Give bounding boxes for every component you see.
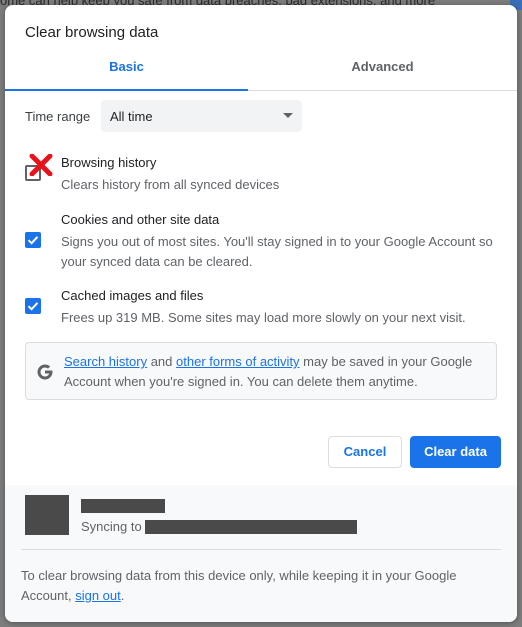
option-description: Clears history from all synced devices	[61, 177, 280, 192]
red-x-icon	[29, 154, 53, 176]
account-name-redacted	[81, 499, 165, 513]
cookies-checkbox[interactable]	[25, 232, 41, 248]
option-description: Signs you out of most sites. You'll stay…	[61, 234, 493, 269]
tab-basic[interactable]: Basic	[5, 55, 248, 91]
account-footer: Syncing to To clear browsing data from t…	[5, 485, 517, 622]
info-text: Search history and other forms of activi…	[64, 352, 484, 392]
time-range-value: All time	[110, 109, 153, 124]
time-range-label: Time range	[25, 109, 91, 124]
cached-images-checkbox[interactable]	[25, 298, 41, 314]
dialog-title: Clear browsing data	[25, 24, 159, 41]
checkmark-icon	[27, 302, 39, 311]
tab-bar: Basic Advanced	[5, 55, 517, 91]
google-g-icon	[37, 364, 53, 380]
option-description: Frees up 319 MB. Some sites may load mor…	[61, 310, 466, 325]
option-title: Browsing history	[61, 155, 157, 170]
tab-advanced[interactable]: Advanced	[248, 55, 517, 91]
cancel-button[interactable]: Cancel	[328, 436, 402, 468]
account-email-redacted	[145, 520, 357, 534]
clear-data-button[interactable]: Clear data	[410, 436, 501, 468]
other-activity-link[interactable]: other forms of activity	[176, 354, 300, 369]
clear-browsing-data-dialog: Clear browsing data Basic Advanced Time …	[5, 5, 517, 622]
option-title: Cookies and other site data	[61, 212, 220, 227]
syncing-label: Syncing to	[81, 519, 142, 534]
footer-divider	[21, 549, 501, 550]
footer-text: To clear browsing data from this device …	[21, 566, 481, 606]
footer-text-part: .	[120, 588, 125, 603]
search-history-link[interactable]: Search history	[64, 354, 147, 369]
checkmark-icon	[27, 236, 39, 245]
dropdown-arrow-icon	[283, 113, 293, 118]
option-title: Cached images and files	[61, 288, 204, 303]
sign-out-link[interactable]: sign out	[75, 588, 121, 603]
google-activity-info-box: Search history and other forms of activi…	[25, 342, 497, 400]
info-text-part: and	[147, 354, 177, 369]
time-range-select[interactable]: All time	[101, 100, 302, 132]
avatar	[25, 495, 69, 535]
